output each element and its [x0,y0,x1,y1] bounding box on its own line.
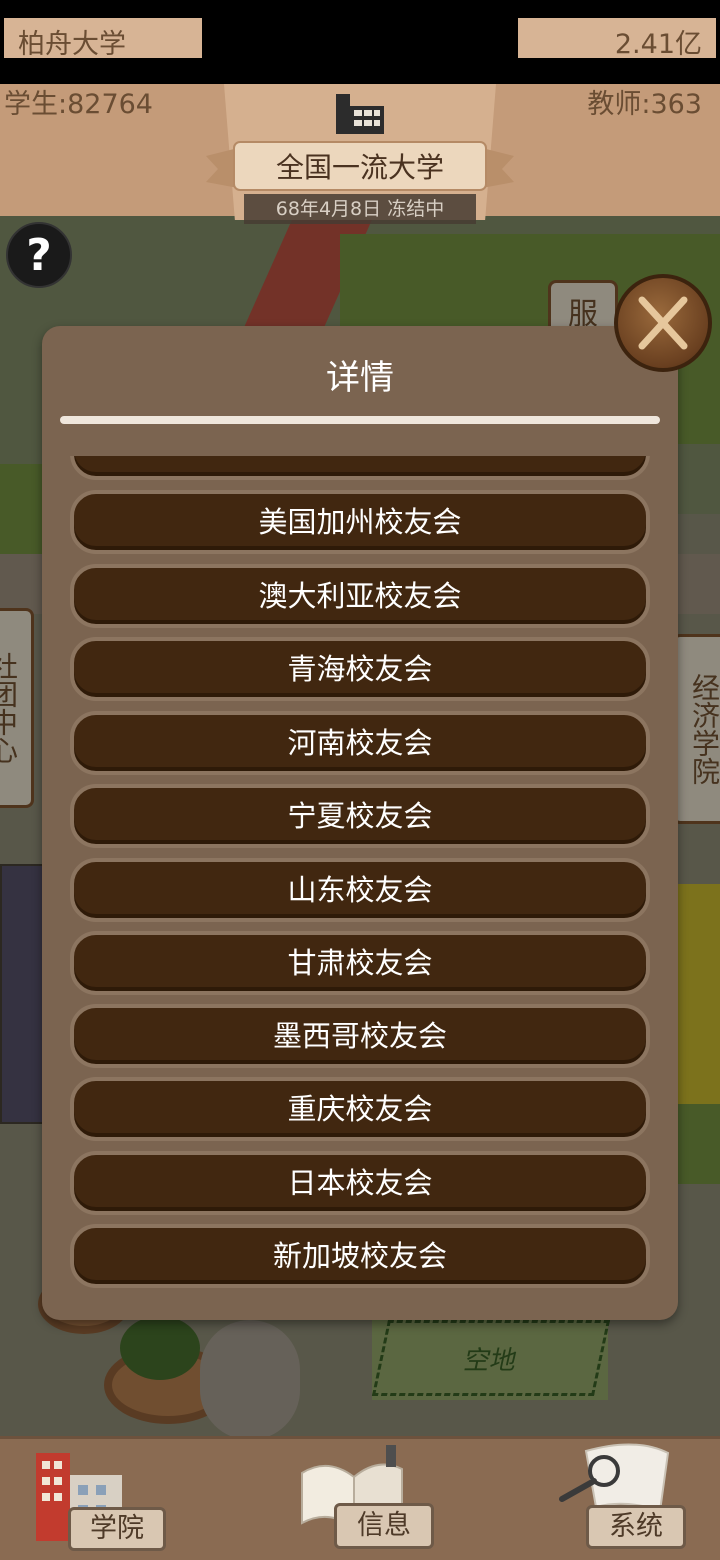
nav-college-label: 学院 [68,1507,166,1551]
list-item[interactable]: 日本校友会 [70,1151,650,1215]
bottom-nav: 学院 信息 系统 [0,1436,720,1560]
alumni-list[interactable]: 美国加州校友会 澳大利亚校友会 青海校友会 河南校友会 宁夏校友会 山东校友会 … [70,456,650,1296]
list-item[interactable]: 重庆校友会 [70,1077,650,1141]
teacher-count: 教师:363 [587,89,702,120]
help-button[interactable]: ? [6,222,72,288]
details-dialog: 详情 美国加州校友会 澳大利亚校友会 青海校友会 河南校友会 宁夏校友会 山东校… [42,326,678,1320]
list-item[interactable]: 美国加州校友会 [70,490,650,554]
nav-info-label: 信息 [334,1503,434,1549]
list-item[interactable]: 墨西哥校友会 [70,1004,650,1068]
dialog-divider [60,416,660,424]
university-rank: 全国一流大学 [275,151,444,184]
list-item[interactable] [70,456,650,480]
help-icon: ? [26,230,52,281]
list-item[interactable]: 新加坡校友会 [70,1224,650,1288]
list-item[interactable]: 青海校友会 [70,637,650,701]
list-item[interactable]: 澳大利亚校友会 [70,564,650,628]
list-item[interactable]: 山东校友会 [70,858,650,922]
list-item[interactable]: 宁夏校友会 [70,784,650,848]
university-name: 柏舟大学 [4,18,202,60]
close-icon [638,296,688,350]
dialog-title: 详情 [326,358,394,398]
close-button[interactable] [614,274,712,372]
student-count: 学生:82764 [4,89,153,120]
game-date-status: 68年4月8日 冻结中 [244,194,476,224]
nav-college[interactable]: 学院 [30,1445,170,1555]
nav-system-label: 系统 [586,1505,686,1549]
money-value: 2.41亿 [518,18,716,60]
nav-info[interactable]: 信息 [298,1443,438,1555]
factory-icon [336,94,384,134]
list-item[interactable]: 甘肃校友会 [70,931,650,995]
list-item[interactable]: 河南校友会 [70,711,650,775]
nav-system[interactable]: 系统 [556,1441,696,1555]
